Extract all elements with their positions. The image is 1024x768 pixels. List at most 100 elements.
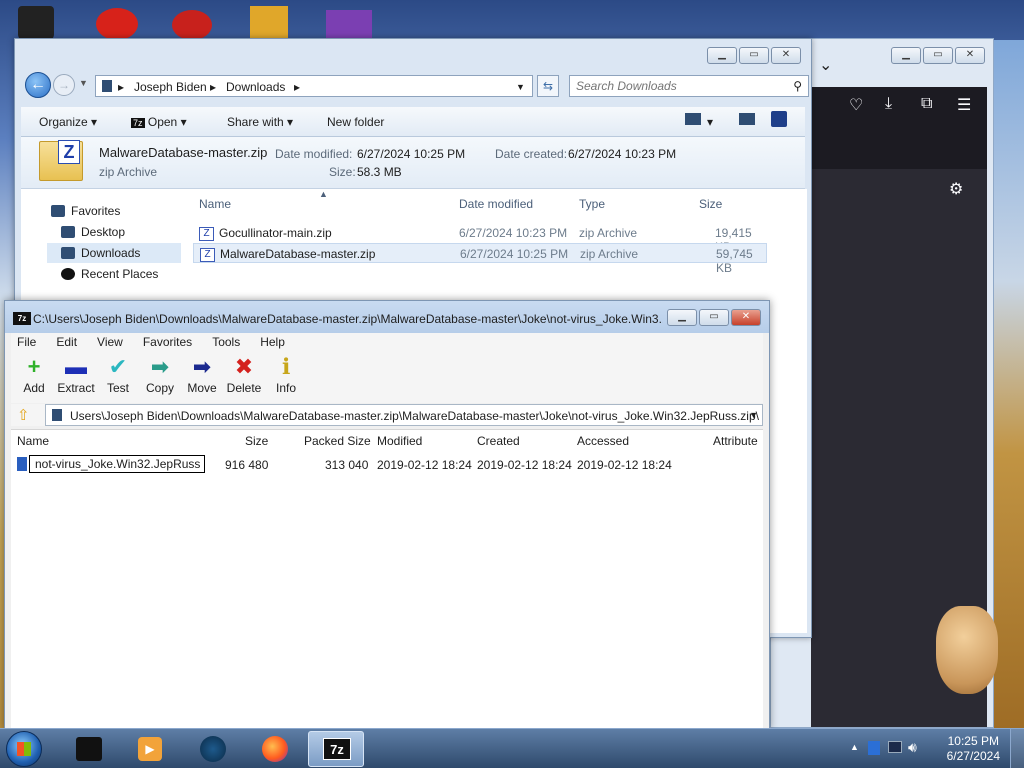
search-box[interactable]: ⚲ (569, 75, 809, 97)
path-dropdown-icon[interactable]: ▼ (749, 410, 758, 420)
path-input[interactable]: Users\Joseph Biden\Downloads\MalwareData… (45, 404, 763, 426)
column-type[interactable]: Type (579, 197, 605, 211)
folder-up-icon[interactable]: ⇧ (17, 406, 30, 424)
7zip-window[interactable]: 7z C:\Users\Joseph Biden\Downloads\Malwa… (4, 300, 770, 730)
rename-input[interactable]: not-virus_Joke.Win32.JepRuss (29, 455, 205, 473)
minimize-button[interactable]: ▁ (891, 47, 921, 64)
firefox-toolbar: ♡ ⤓ ⧉ ☰ (811, 87, 987, 169)
show-desktop-button[interactable] (1010, 729, 1024, 768)
close-button[interactable]: ✕ (955, 47, 985, 64)
taskbar-globe-app[interactable] (184, 731, 240, 767)
preview-pane-icon[interactable] (739, 113, 755, 125)
close-button[interactable]: ✕ (771, 47, 801, 64)
column-size[interactable]: Size (699, 197, 722, 211)
date-modified-value: 6/27/2024 10:25 PM (357, 147, 466, 161)
column-name[interactable]: Name (17, 434, 49, 448)
column-packed-size[interactable]: Packed Size (304, 434, 371, 448)
column-attributes[interactable]: Attribute (713, 434, 758, 448)
extensions-icon[interactable]: ⧉ (921, 95, 932, 113)
settings-icon[interactable]: ⚙ (949, 179, 963, 199)
share-with-button[interactable]: Share with ▾ (227, 115, 293, 129)
search-input[interactable] (576, 79, 776, 93)
organize-label: Organize (39, 115, 88, 129)
column-name[interactable]: Name (199, 197, 231, 211)
file-name: MalwareDatabase-master.zip (220, 247, 376, 261)
taskbar-7zip[interactable]: 7z (308, 731, 364, 767)
minimize-button[interactable]: ▁ (667, 309, 697, 326)
copy-button[interactable]: ➡ Copy (139, 355, 181, 396)
7zip-title-bar[interactable]: 7z C:\Users\Joseph Biden\Downloads\Malwa… (5, 301, 769, 333)
address-row: ← → ▼ ▸ Joseph Biden ▸ Downloads ▸ ▼ ⇆ ⚲ (23, 72, 809, 100)
move-button[interactable]: ➡ Move (181, 355, 223, 396)
details-type: zip Archive (99, 165, 158, 179)
help-icon[interactable] (771, 111, 787, 127)
menu-icon[interactable]: ☰ (957, 95, 971, 115)
zip-file-icon: Z (200, 247, 215, 262)
pocket-icon[interactable]: ♡ (849, 95, 863, 115)
address-dropdown-icon[interactable]: ▼ (516, 82, 525, 92)
address-bar[interactable]: ▸ Joseph Biden ▸ Downloads ▸ ▼ (95, 75, 533, 97)
menu-tools[interactable]: Tools (212, 335, 240, 349)
nav-favorites[interactable]: Favorites (37, 201, 179, 221)
extract-button[interactable]: ▬ Extract (55, 355, 97, 396)
recent-pages-icon[interactable]: ▼ (79, 78, 88, 88)
close-button[interactable]: ✕ (731, 309, 761, 326)
list-item[interactable]: not-virus_Joke.Win32.JepRuss 916 480 313… (11, 455, 763, 475)
clock[interactable]: 10:25 PM 6/27/2024 (947, 734, 1000, 764)
refresh-button[interactable]: ⇆ (537, 75, 559, 97)
delete-button[interactable]: ✖ Delete (223, 355, 265, 396)
minimize-button[interactable]: ▁ (707, 47, 737, 64)
nav-downloads[interactable]: Downloads (47, 243, 189, 263)
search-icon[interactable]: ⚲ (793, 79, 802, 93)
back-button[interactable]: ← (25, 72, 51, 98)
show-hidden-icons-icon[interactable]: ▲ (850, 742, 859, 752)
file-icon (17, 457, 27, 471)
column-size[interactable]: Size (245, 434, 268, 448)
maximize-button[interactable]: ▭ (699, 309, 729, 326)
breadcrumb-user[interactable]: Joseph Biden (134, 80, 207, 94)
column-modified[interactable]: Modified (377, 434, 422, 448)
file-row[interactable]: Z Gocullinator-main.zip 6/27/2024 10:23 P… (193, 223, 767, 254)
view-options-icon[interactable] (685, 113, 701, 125)
taskbar-explorer[interactable] (60, 731, 116, 767)
menu-edit[interactable]: Edit (56, 335, 77, 349)
volume-icon[interactable]: 🔊︎ (908, 739, 917, 756)
maximize-button[interactable]: ▭ (923, 47, 953, 64)
start-button[interactable] (6, 731, 42, 767)
menu-view[interactable]: View (97, 335, 123, 349)
visual-studio-icon[interactable] (326, 10, 372, 40)
nav-favorites-label: Favorites (71, 204, 121, 218)
red-app-icon[interactable] (96, 8, 138, 40)
network-icon[interactable] (868, 741, 880, 755)
open-button[interactable]: 7z Open ▾ (131, 115, 187, 129)
chevron-down-icon[interactable]: ▾ (707, 115, 713, 129)
maximize-button[interactable]: ▭ (739, 47, 769, 64)
file-date: 6/27/2024 10:25 PM (460, 247, 569, 261)
info-button[interactable]: ℹ Info (265, 355, 307, 396)
new-folder-button[interactable]: New folder (327, 115, 384, 129)
forward-button[interactable]: → (53, 74, 75, 96)
add-button[interactable]: + Add (13, 355, 55, 396)
column-date-modified[interactable]: Date modified (459, 197, 533, 211)
breadcrumb-downloads[interactable]: Downloads (226, 80, 285, 94)
taskbar-firefox[interactable] (246, 731, 302, 767)
red-app-2-icon[interactable] (172, 10, 212, 40)
menu-file[interactable]: File (17, 335, 36, 349)
nav-recent-label: Recent Places (81, 267, 159, 281)
organize-button[interactable]: Organize ▾ (39, 115, 97, 129)
chevron-down-icon[interactable]: ⌄ (819, 55, 832, 75)
menu-favorites[interactable]: Favorites (143, 335, 192, 349)
taskbar-media-player[interactable]: ▶ (122, 731, 178, 767)
test-button[interactable]: ✔ Test (97, 355, 139, 396)
gold-app-icon[interactable] (250, 6, 288, 40)
nav-desktop[interactable]: Desktop (47, 222, 189, 242)
column-created[interactable]: Created (477, 434, 520, 448)
download-icon[interactable]: ⤓ (885, 95, 892, 113)
breadcrumb-sep-icon: ▸ (294, 80, 301, 94)
recycle-bin-icon[interactable] (18, 6, 54, 42)
display-icon[interactable] (888, 741, 902, 753)
file-row-selected[interactable]: Z MalwareDatabase-master.zip 6/27/2024 10… (193, 243, 767, 275)
column-accessed[interactable]: Accessed (577, 434, 629, 448)
menu-help[interactable]: Help (260, 335, 285, 349)
nav-recent-places[interactable]: Recent Places (47, 264, 189, 284)
